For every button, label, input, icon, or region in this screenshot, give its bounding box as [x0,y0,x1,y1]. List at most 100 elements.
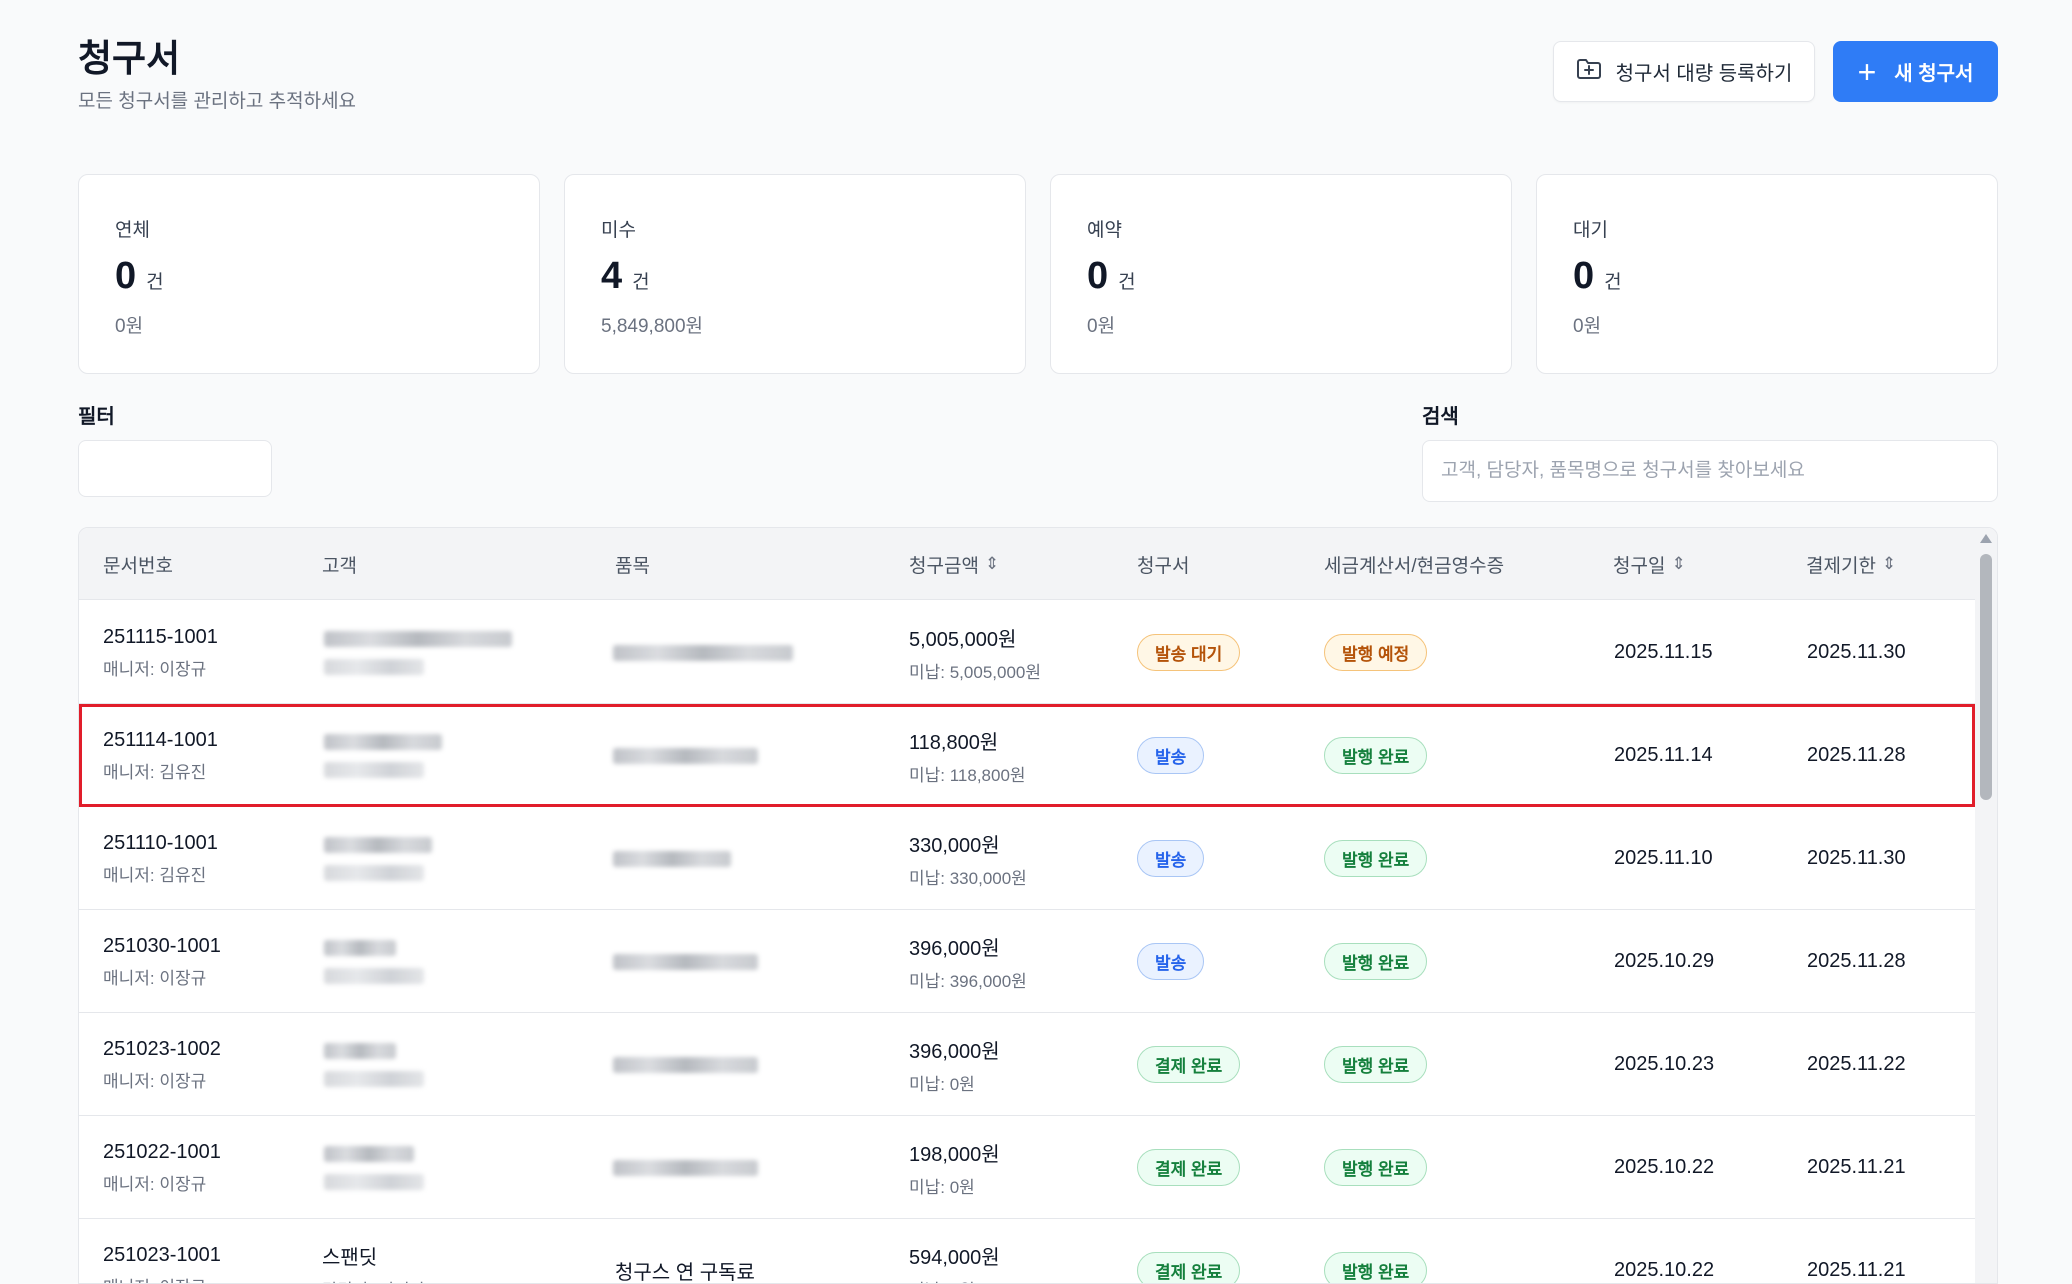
sort-icon[interactable]: ⇕ [1671,554,1685,574]
due-date: 2025.11.30 [1807,847,1906,869]
due-date: 2025.11.28 [1807,744,1906,766]
issue-date: 2025.11.15 [1614,641,1713,663]
customer-redacted [324,910,424,1013]
table-scrollbar[interactable] [1975,528,1997,1283]
column-header-due-date[interactable]: 결제기한 ⇕ [1806,528,1896,600]
new-invoice-label: 새 청구서 [1894,63,1974,85]
folder-plus-icon [1576,57,1602,87]
column-header-issue-date[interactable]: 청구일 ⇕ [1613,528,1686,600]
manager-name: 매니저: 이장규 [103,1174,207,1194]
contact-name: 담당자: 이진아 [322,1276,425,1284]
card-label: 미수 [601,220,636,241]
invoice-status-badge: 발송 [1137,737,1205,774]
amount: 118,800원 [909,731,999,754]
customer-redacted [324,1013,424,1116]
item-redacted [613,601,793,704]
column-header-customer: 고객 [322,555,357,577]
summary-card-overdue[interactable]: 연체 0건 0원 [78,174,540,374]
summary-card-unpaid[interactable]: 미수 4건 5,849,800원 [564,174,1026,374]
table-row[interactable]: 251110-1001 매니저: 김유진 330,000원 미납: 330,000원… [79,807,1975,910]
summary-card-pending[interactable]: 대기 0건 0원 [1536,174,1998,374]
customer-name: 스팬딧 [322,1246,378,1269]
invoice-page: 청구서 모든 청구서를 관리하고 추적하세요 청구서 대량 등록하기 + 새 청… [0,0,2072,1284]
card-unit: 건 [146,272,164,293]
search-input[interactable] [1422,440,1998,502]
bulk-register-label: 청구서 대량 등록하기 [1615,63,1793,85]
doc-number: 251115-1001 [103,625,218,648]
manager-name: 매니저: 이장규 [103,1071,207,1091]
unpaid-amount: 미납: 396,000원 [909,971,1027,991]
card-unit: 건 [632,272,650,293]
unpaid-amount: 미납: 118,800원 [909,765,1026,785]
table-row[interactable]: 251023-1001 매니저: 이장규 스팬딧담당자: 이진아 청구스 연 구독… [79,1219,1975,1284]
card-label: 연체 [115,220,150,241]
manager-name: 매니저: 김유진 [103,762,207,782]
tax-status-badge: 발행 완료 [1324,1252,1428,1283]
unpaid-amount: 미납: 5,005,000원 [909,662,1041,682]
issue-date: 2025.11.14 [1614,744,1713,766]
search-label: 검색 [1422,406,1459,428]
item-redacted [613,704,758,807]
issue-date: 2025.10.22 [1614,1156,1715,1178]
amount: 330,000원 [909,834,1000,857]
manager-name: 매니저: 이장규 [103,968,207,988]
sort-icon[interactable]: ⇕ [985,554,999,574]
invoice-status-badge: 결제 완료 [1137,1252,1241,1283]
amount: 5,005,000원 [909,628,1017,651]
tax-status-badge: 발행 완료 [1324,1149,1428,1186]
tax-status-badge: 발행 완료 [1324,1046,1428,1083]
summary-card-scheduled[interactable]: 예약 0건 0원 [1050,174,1512,374]
unpaid-amount: 미납: 330,000원 [909,868,1027,888]
table-header: 문서번호 고객 품목 청구금액 ⇕ 청구서 세금계산서/현금영수증 청구일 ⇕ 결제… [79,528,1975,600]
customer-redacted [324,807,432,910]
filter-label: 필터 [78,406,115,428]
amount: 396,000원 [909,1040,1000,1063]
table-row[interactable]: 251114-1001 매니저: 김유진 118,800원미납: 118,800원… [79,704,1975,807]
sort-icon[interactable]: ⇕ [1882,554,1896,574]
card-unit: 건 [1604,272,1622,293]
table-row[interactable]: 251030-1001 매니저: 이장규 396,000원미납: 396,000원… [79,910,1975,1013]
bulk-register-button[interactable]: 청구서 대량 등록하기 [1553,41,1815,102]
invoice-status-badge: 발송 [1137,943,1205,980]
manager-name: 매니저: 이장규 [103,1273,221,1284]
tax-status-badge: 발행 완료 [1324,840,1428,877]
invoice-status-badge: 발송 [1137,840,1205,877]
column-header-tax: 세금계산서/현금영수증 [1324,555,1505,577]
column-header-item: 품목 [615,555,650,577]
item-redacted [613,910,758,1013]
table-row[interactable]: 251115-1001 매니저: 이장규 5,005,000원 미납: 5,005,… [79,601,1975,704]
page-subtitle: 모든 청구서를 관리하고 추적하세요 [78,91,357,112]
tax-status-badge: 발행 완료 [1324,943,1428,980]
item-redacted [613,807,731,910]
card-label: 대기 [1573,220,1608,241]
item-name: 청구스 연 구독료 [615,1262,755,1284]
unpaid-amount: 미납: 0원 [909,1074,975,1094]
card-count: 0 [1573,255,1595,297]
card-count: 0 [1087,255,1109,297]
invoice-status-badge: 결제 완료 [1137,1046,1241,1083]
card-label: 예약 [1087,220,1122,241]
card-unit: 건 [1118,272,1136,293]
column-header-doc-no: 문서번호 [103,555,173,577]
table-row[interactable]: 251023-1002 매니저: 이장규 396,000원미납: 0원 결제 완료… [79,1013,1975,1116]
item-redacted [613,1013,758,1116]
scroll-thumb[interactable] [1980,554,1992,800]
doc-number: 251023-1002 [103,1037,221,1060]
filter-dropdown[interactable] [78,440,272,497]
scroll-up-arrow-icon[interactable] [1980,534,1992,543]
card-amount: 5,849,800원 [601,316,704,337]
doc-number: 251110-1001 [103,831,218,854]
amount: 396,000원 [909,937,1000,960]
table-row[interactable]: 251022-1001 매니저: 이장규 198,000원 미납: 0원 결제 완료… [79,1116,1975,1219]
unpaid-amount: 미납: 0원 [909,1177,975,1197]
new-invoice-button[interactable]: + 새 청구서 [1833,41,1998,102]
doc-number: 251030-1001 [103,934,221,957]
card-amount: 0원 [1573,316,1602,337]
due-date: 2025.11.21 [1807,1156,1906,1178]
issue-date: 2025.10.23 [1614,1053,1715,1075]
tax-status-badge: 발행 완료 [1324,737,1428,774]
doc-number: 251114-1001 [103,728,218,751]
issue-date: 2025.11.10 [1614,847,1713,869]
column-header-amount[interactable]: 청구금액 ⇕ [909,528,999,600]
invoice-table: 문서번호 고객 품목 청구금액 ⇕ 청구서 세금계산서/현금영수증 청구일 ⇕ 결제… [78,527,1998,1284]
